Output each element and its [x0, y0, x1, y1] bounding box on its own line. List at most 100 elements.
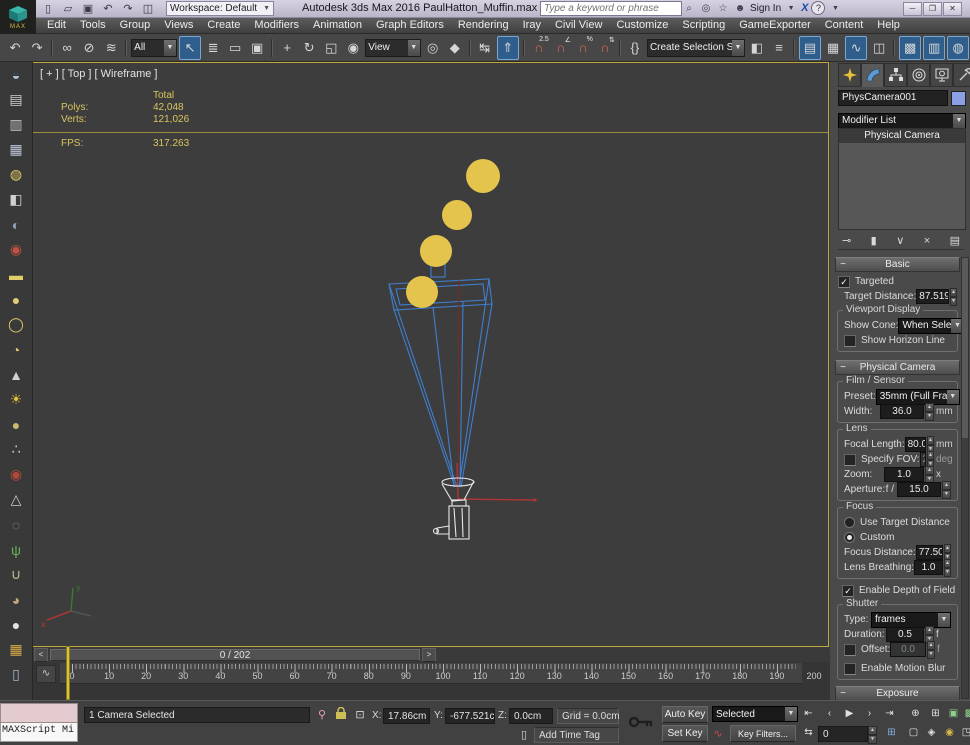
new-file-icon[interactable]: ▯ — [40, 2, 56, 16]
width-spinner[interactable]: ▲ ▼ — [925, 402, 934, 421]
yellow-plane-icon[interactable]: ▬ — [3, 262, 29, 287]
isolate-selection-toggle-icon[interactable]: ⚲ — [314, 707, 330, 723]
sun-icon[interactable]: ☀ — [3, 387, 29, 412]
user-icon[interactable]: ☻ — [733, 3, 747, 14]
preset-dropdown[interactable]: 35mm (Full Frame) ▼ — [875, 388, 960, 405]
set-key-button[interactable]: Set Key — [662, 725, 708, 742]
menu-item[interactable]: Help — [870, 19, 907, 31]
connect-spheres-icon[interactable]: ◉ — [3, 462, 29, 487]
bind-to-space-warp-button[interactable]: ≋ ▼ — [101, 37, 121, 59]
cone-icon[interactable]: ▲ — [3, 362, 29, 387]
named-selection-sets-button[interactable]: {} ▼ — [625, 37, 645, 59]
rollout-header-basic[interactable]: − Basic — [835, 257, 960, 272]
teapot-icon[interactable]: ◒ — [3, 62, 29, 87]
undo-icon[interactable]: ↶ — [100, 2, 116, 16]
use-target-distance-radio[interactable] — [844, 517, 855, 528]
tab-motion[interactable] — [907, 63, 930, 87]
menu-item[interactable]: Tools — [73, 19, 113, 31]
maxscript-macro-pane[interactable] — [0, 703, 78, 723]
tab-hierarchy[interactable] — [884, 63, 907, 87]
menu-item[interactable]: Civil View — [548, 19, 609, 31]
select-and-move-button[interactable]: + ▼ — [277, 37, 297, 59]
go-to-start-button[interactable]: ⇤ — [799, 706, 818, 722]
favorites-star-icon[interactable]: ☆ — [716, 3, 730, 14]
duration-field[interactable]: 0.5 — [886, 627, 924, 642]
physical-camera-object[interactable] — [432, 477, 475, 540]
open-file-icon[interactable]: ▱ — [60, 2, 76, 16]
maxscript-listener-pane[interactable]: MAXScript Mi — [0, 723, 78, 742]
time-slider-marker[interactable] — [66, 646, 70, 700]
close-button[interactable]: ✕ — [943, 2, 962, 16]
mini-curve-editor-icon[interactable]: ∿ — [36, 665, 56, 683]
scatter-icon[interactable]: ∴ — [3, 437, 29, 462]
dialog-icon[interactable]: ▥ — [3, 112, 29, 137]
snaps-toggle-button[interactable]: ∩ 2.5 ▼ — [529, 36, 549, 59]
exchange-apps-icon[interactable]: X — [801, 2, 808, 14]
time-slider-handle[interactable]: 0 / 202 — [50, 649, 420, 661]
auto-key-button[interactable]: Auto Key — [662, 706, 708, 723]
restore-button[interactable]: ❐ — [923, 2, 942, 16]
rectangular-selection-region-button[interactable]: ▭ ▼ — [225, 37, 245, 59]
object-color-swatch[interactable] — [951, 90, 966, 106]
render-setup-button[interactable]: ▩ ▼ — [899, 35, 922, 60]
crumple-icon[interactable]: ◌ — [3, 512, 29, 537]
select-and-manipulate-button[interactable]: ◆ ▼ — [445, 37, 465, 59]
percent-snap-button[interactable]: ∩ % ▼ — [573, 36, 593, 59]
camera-match-icon[interactable]: △ — [3, 487, 29, 512]
menu-item[interactable]: Iray — [516, 19, 548, 31]
track-bar-ruler[interactable]: 0 10 20 30 40 50 60 70 80 90 100 110 120 130 140 150 160… — [60, 663, 822, 684]
zoom-all-icon[interactable]: ⊞ — [926, 706, 945, 722]
targeted-checkbox[interactable] — [838, 275, 850, 288]
viewport-top[interactable]: x y [ + ] [ Top ] [ Wireframe ] Total Po… — [32, 62, 829, 647]
enable-dof-checkbox[interactable] — [842, 584, 854, 597]
focus-distance-field[interactable]: 77.508cm — [915, 545, 944, 560]
maxscript-mini-listener[interactable]: MAXScript Mi — [0, 703, 78, 744]
zoom-icon[interactable]: ⊕ — [906, 706, 925, 722]
viewport-label[interactable]: [ + ] [ Top ] [ Wireframe ] — [40, 68, 157, 80]
isolate-selection-button[interactable]: ⇑ ▼ — [496, 35, 519, 60]
sheet-tool-icon[interactable]: ▦ — [3, 637, 29, 662]
undo-button[interactable]: ↶ ▼ — [5, 37, 25, 59]
unlink-selection-button[interactable]: ⊘ ▼ — [79, 37, 99, 59]
hand-hf-icon[interactable]: ∪ — [3, 562, 29, 587]
angle-snap-button[interactable]: ∩ ∠ ▼ — [551, 37, 571, 59]
menu-item[interactable]: Graph Editors — [369, 19, 451, 31]
key-filter-selection-dropdown[interactable]: Selected ▼ — [712, 706, 798, 722]
modifier-stack[interactable]: Physical Camera — [838, 128, 966, 230]
named-selection-sets-dropdown[interactable]: Create Selection Se ▼ — [646, 38, 745, 57]
tab-modify[interactable] — [861, 63, 884, 87]
absolute-offset-mode-icon[interactable]: ⊡ — [352, 707, 368, 723]
frame-spinner[interactable]: ▲ ▼ — [868, 726, 877, 744]
stack-item-physical-camera[interactable]: Physical Camera — [839, 129, 965, 143]
reference-coordinate-system-dropdown[interactable]: View ▼ — [365, 38, 421, 57]
tab-create[interactable] — [838, 63, 861, 87]
enable-motion-blur-checkbox[interactable] — [844, 662, 856, 675]
lens-breathing-field[interactable]: 1.0 — [914, 560, 944, 575]
specify-fov-checkbox[interactable] — [844, 453, 856, 466]
redo-button[interactable]: ↷ ▼ — [27, 37, 47, 59]
target-distance-spinner[interactable]: ▲ ▼ — [950, 287, 957, 306]
red-camera-icon[interactable]: ◉ — [3, 237, 29, 262]
menu-item[interactable]: Animation — [306, 19, 369, 31]
previous-frame-button[interactable]: ‹ — [820, 706, 839, 722]
moon-sphere-icon[interactable]: ◐ — [3, 212, 29, 237]
focal-length-field[interactable]: 80.0 — [904, 437, 927, 452]
menu-item[interactable]: Customize — [609, 19, 675, 31]
z-coordinate-field[interactable]: 0.0cm — [509, 708, 553, 724]
application-menu-button[interactable]: MAX — [0, 0, 36, 34]
zoom-spinner[interactable]: ▲ ▼ — [925, 465, 934, 484]
show-end-result-icon[interactable]: ▮ — [871, 234, 877, 247]
previous-frame-button[interactable]: < — [34, 648, 48, 662]
redo-icon[interactable]: ↷ — [120, 2, 136, 16]
tab-utilities[interactable] — [953, 63, 970, 87]
go-to-end-button[interactable]: ⇥ — [880, 706, 899, 722]
yellow-ring-icon[interactable]: ◯ — [3, 312, 29, 337]
width-field[interactable]: 36.0 — [880, 404, 924, 419]
select-and-scale-button[interactable]: ◱ ▼ — [321, 37, 341, 59]
current-frame-field[interactable]: 0 — [818, 726, 868, 742]
next-frame-button[interactable]: › — [860, 706, 879, 722]
mirror-button[interactable]: ◧ ▼ — [747, 37, 767, 59]
spreadsheet-icon[interactable]: ▦ — [3, 137, 29, 162]
zoom-field[interactable]: 1.0 — [884, 467, 924, 482]
ribbon-toggle-button[interactable]: ▦ ▼ — [823, 37, 843, 59]
